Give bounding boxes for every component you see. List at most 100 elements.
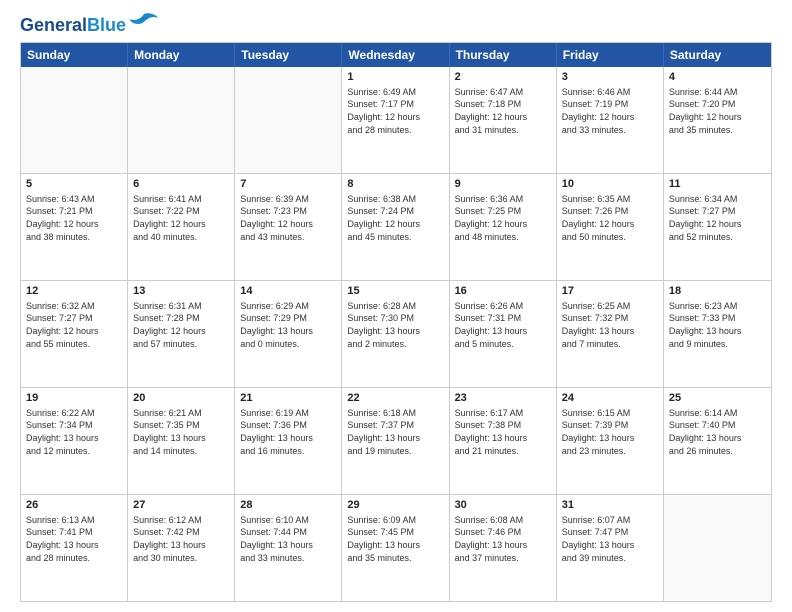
day-number: 11	[669, 177, 766, 192]
header-day-wednesday: Wednesday	[342, 43, 449, 67]
day-number: 6	[133, 177, 229, 192]
logo-blue: Blue	[87, 15, 126, 35]
day-info: Sunrise: 6:49 AM Sunset: 7:17 PM Dayligh…	[347, 86, 443, 136]
day-number: 14	[240, 284, 336, 299]
calendar-day-4: 4Sunrise: 6:44 AM Sunset: 7:20 PM Daylig…	[664, 67, 771, 173]
day-info: Sunrise: 6:31 AM Sunset: 7:28 PM Dayligh…	[133, 300, 229, 350]
calendar-day-5: 5Sunrise: 6:43 AM Sunset: 7:21 PM Daylig…	[21, 174, 128, 280]
day-number: 12	[26, 284, 122, 299]
day-number: 20	[133, 391, 229, 406]
day-number: 28	[240, 498, 336, 513]
calendar-day-11: 11Sunrise: 6:34 AM Sunset: 7:27 PM Dayli…	[664, 174, 771, 280]
logo-general: General	[20, 15, 87, 35]
day-number: 1	[347, 70, 443, 85]
day-info: Sunrise: 6:12 AM Sunset: 7:42 PM Dayligh…	[133, 514, 229, 564]
calendar-header-row: SundayMondayTuesdayWednesdayThursdayFrid…	[21, 43, 771, 67]
day-info: Sunrise: 6:28 AM Sunset: 7:30 PM Dayligh…	[347, 300, 443, 350]
day-info: Sunrise: 6:43 AM Sunset: 7:21 PM Dayligh…	[26, 193, 122, 243]
day-info: Sunrise: 6:41 AM Sunset: 7:22 PM Dayligh…	[133, 193, 229, 243]
calendar-day-28: 28Sunrise: 6:10 AM Sunset: 7:44 PM Dayli…	[235, 495, 342, 601]
day-number: 27	[133, 498, 229, 513]
calendar-day-empty	[21, 67, 128, 173]
logo-bird-icon	[130, 12, 158, 30]
calendar-week-5: 26Sunrise: 6:13 AM Sunset: 7:41 PM Dayli…	[21, 494, 771, 601]
day-number: 9	[455, 177, 551, 192]
day-info: Sunrise: 6:38 AM Sunset: 7:24 PM Dayligh…	[347, 193, 443, 243]
calendar-day-31: 31Sunrise: 6:07 AM Sunset: 7:47 PM Dayli…	[557, 495, 664, 601]
calendar-day-29: 29Sunrise: 6:09 AM Sunset: 7:45 PM Dayli…	[342, 495, 449, 601]
day-info: Sunrise: 6:46 AM Sunset: 7:19 PM Dayligh…	[562, 86, 658, 136]
day-info: Sunrise: 6:44 AM Sunset: 7:20 PM Dayligh…	[669, 86, 766, 136]
day-info: Sunrise: 6:07 AM Sunset: 7:47 PM Dayligh…	[562, 514, 658, 564]
calendar-day-empty	[664, 495, 771, 601]
day-number: 17	[562, 284, 658, 299]
day-number: 22	[347, 391, 443, 406]
day-info: Sunrise: 6:22 AM Sunset: 7:34 PM Dayligh…	[26, 407, 122, 457]
day-number: 19	[26, 391, 122, 406]
calendar-day-6: 6Sunrise: 6:41 AM Sunset: 7:22 PM Daylig…	[128, 174, 235, 280]
day-number: 7	[240, 177, 336, 192]
day-info: Sunrise: 6:14 AM Sunset: 7:40 PM Dayligh…	[669, 407, 766, 457]
day-info: Sunrise: 6:13 AM Sunset: 7:41 PM Dayligh…	[26, 514, 122, 564]
day-info: Sunrise: 6:09 AM Sunset: 7:45 PM Dayligh…	[347, 514, 443, 564]
day-info: Sunrise: 6:19 AM Sunset: 7:36 PM Dayligh…	[240, 407, 336, 457]
calendar-week-2: 5Sunrise: 6:43 AM Sunset: 7:21 PM Daylig…	[21, 173, 771, 280]
calendar: SundayMondayTuesdayWednesdayThursdayFrid…	[20, 42, 772, 602]
page: GeneralBlue SundayMondayTuesdayWednesday…	[0, 0, 792, 612]
calendar-day-23: 23Sunrise: 6:17 AM Sunset: 7:38 PM Dayli…	[450, 388, 557, 494]
calendar-day-16: 16Sunrise: 6:26 AM Sunset: 7:31 PM Dayli…	[450, 281, 557, 387]
calendar-day-22: 22Sunrise: 6:18 AM Sunset: 7:37 PM Dayli…	[342, 388, 449, 494]
calendar-day-2: 2Sunrise: 6:47 AM Sunset: 7:18 PM Daylig…	[450, 67, 557, 173]
calendar-day-25: 25Sunrise: 6:14 AM Sunset: 7:40 PM Dayli…	[664, 388, 771, 494]
day-number: 31	[562, 498, 658, 513]
calendar-day-8: 8Sunrise: 6:38 AM Sunset: 7:24 PM Daylig…	[342, 174, 449, 280]
day-info: Sunrise: 6:26 AM Sunset: 7:31 PM Dayligh…	[455, 300, 551, 350]
calendar-body: 1Sunrise: 6:49 AM Sunset: 7:17 PM Daylig…	[21, 67, 771, 601]
header-day-tuesday: Tuesday	[235, 43, 342, 67]
calendar-day-empty	[128, 67, 235, 173]
calendar-day-30: 30Sunrise: 6:08 AM Sunset: 7:46 PM Dayli…	[450, 495, 557, 601]
day-number: 21	[240, 391, 336, 406]
calendar-day-18: 18Sunrise: 6:23 AM Sunset: 7:33 PM Dayli…	[664, 281, 771, 387]
calendar-day-20: 20Sunrise: 6:21 AM Sunset: 7:35 PM Dayli…	[128, 388, 235, 494]
day-info: Sunrise: 6:15 AM Sunset: 7:39 PM Dayligh…	[562, 407, 658, 457]
calendar-week-3: 12Sunrise: 6:32 AM Sunset: 7:27 PM Dayli…	[21, 280, 771, 387]
day-info: Sunrise: 6:23 AM Sunset: 7:33 PM Dayligh…	[669, 300, 766, 350]
day-number: 25	[669, 391, 766, 406]
calendar-day-17: 17Sunrise: 6:25 AM Sunset: 7:32 PM Dayli…	[557, 281, 664, 387]
calendar-week-1: 1Sunrise: 6:49 AM Sunset: 7:17 PM Daylig…	[21, 67, 771, 173]
day-number: 26	[26, 498, 122, 513]
logo: GeneralBlue	[20, 16, 158, 34]
logo-text: GeneralBlue	[20, 16, 126, 34]
day-number: 15	[347, 284, 443, 299]
day-number: 18	[669, 284, 766, 299]
calendar-day-7: 7Sunrise: 6:39 AM Sunset: 7:23 PM Daylig…	[235, 174, 342, 280]
day-info: Sunrise: 6:25 AM Sunset: 7:32 PM Dayligh…	[562, 300, 658, 350]
day-number: 8	[347, 177, 443, 192]
calendar-day-1: 1Sunrise: 6:49 AM Sunset: 7:17 PM Daylig…	[342, 67, 449, 173]
header-day-monday: Monday	[128, 43, 235, 67]
day-number: 3	[562, 70, 658, 85]
day-number: 5	[26, 177, 122, 192]
day-info: Sunrise: 6:17 AM Sunset: 7:38 PM Dayligh…	[455, 407, 551, 457]
calendar-day-24: 24Sunrise: 6:15 AM Sunset: 7:39 PM Dayli…	[557, 388, 664, 494]
calendar-day-19: 19Sunrise: 6:22 AM Sunset: 7:34 PM Dayli…	[21, 388, 128, 494]
day-number: 2	[455, 70, 551, 85]
day-info: Sunrise: 6:29 AM Sunset: 7:29 PM Dayligh…	[240, 300, 336, 350]
day-info: Sunrise: 6:08 AM Sunset: 7:46 PM Dayligh…	[455, 514, 551, 564]
day-number: 29	[347, 498, 443, 513]
day-info: Sunrise: 6:35 AM Sunset: 7:26 PM Dayligh…	[562, 193, 658, 243]
day-number: 24	[562, 391, 658, 406]
calendar-day-26: 26Sunrise: 6:13 AM Sunset: 7:41 PM Dayli…	[21, 495, 128, 601]
day-info: Sunrise: 6:47 AM Sunset: 7:18 PM Dayligh…	[455, 86, 551, 136]
header-day-thursday: Thursday	[450, 43, 557, 67]
day-info: Sunrise: 6:39 AM Sunset: 7:23 PM Dayligh…	[240, 193, 336, 243]
header-day-saturday: Saturday	[664, 43, 771, 67]
day-number: 4	[669, 70, 766, 85]
calendar-day-21: 21Sunrise: 6:19 AM Sunset: 7:36 PM Dayli…	[235, 388, 342, 494]
day-number: 16	[455, 284, 551, 299]
header: GeneralBlue	[20, 16, 772, 34]
calendar-day-empty	[235, 67, 342, 173]
day-number: 10	[562, 177, 658, 192]
calendar-day-9: 9Sunrise: 6:36 AM Sunset: 7:25 PM Daylig…	[450, 174, 557, 280]
